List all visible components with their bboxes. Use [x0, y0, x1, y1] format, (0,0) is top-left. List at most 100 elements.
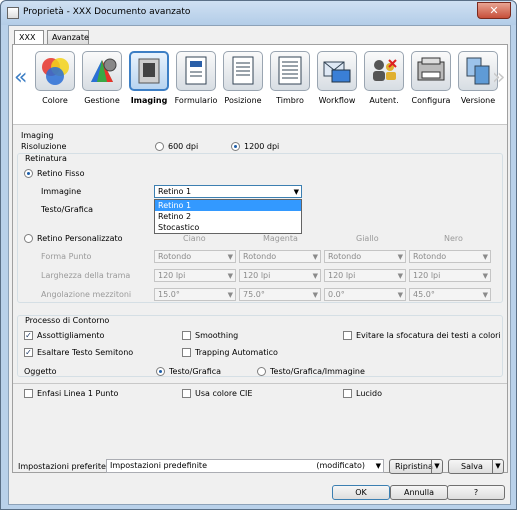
tool-posizione[interactable]: Posizione: [221, 51, 265, 125]
select-value: Rotondo: [413, 252, 447, 261]
configure-icon: [411, 51, 451, 91]
thinning-label: Assottigliamento: [37, 331, 105, 340]
chevron-down-icon: ▼: [227, 272, 233, 280]
modified-indicator: (modificato): [316, 461, 365, 470]
client-area: XXX Avanzate « Colore Gestione Imaging F…: [8, 25, 511, 505]
chevron-down-icon: ▼: [375, 462, 381, 470]
tab-avanzate[interactable]: Avanzate: [47, 30, 89, 44]
custom-screen-label: Retino Personalizzato: [37, 234, 123, 243]
tool-gestione[interactable]: Gestione: [80, 51, 124, 125]
dot-shape-black-select[interactable]: Rotondo ▼: [409, 250, 491, 263]
contour-section-title: Processo di Contorno: [25, 316, 110, 325]
chevron-down-icon: ▼: [482, 291, 488, 299]
select-value: 0.0°: [328, 290, 345, 299]
chevron-down-icon: ▼: [227, 253, 233, 261]
immagine-label: Immagine: [41, 187, 82, 196]
dot-shape-label: Forma Punto: [41, 252, 92, 261]
save-label: Salva: [461, 462, 483, 471]
chevron-down-icon: ▼: [227, 291, 233, 299]
avoid-blur-checkbox[interactable]: [343, 331, 352, 340]
smoothing-label: Smoothing: [195, 331, 239, 340]
close-button[interactable]: ✕: [477, 2, 511, 19]
halftone-angle-cyan-select[interactable]: 15.0° ▼: [154, 288, 236, 301]
tool-imaging[interactable]: Imaging: [127, 51, 171, 125]
tool-autent[interactable]: Autent.: [362, 51, 406, 125]
screen-ruling-label: Larghezza della trama: [41, 271, 131, 280]
authentication-icon: [364, 51, 404, 91]
chevron-down-icon[interactable]: ▼: [431, 460, 442, 473]
dropdown-option-stocastico[interactable]: Stocastico: [155, 222, 301, 233]
title-bar[interactable]: Proprietà - XXX Documento avanzato ✕: [1, 1, 516, 25]
dot-shape-magenta-select[interactable]: Rotondo ▼: [239, 250, 321, 263]
object-text-graphics-radio[interactable]: [156, 367, 165, 376]
halftone-angle-black-select[interactable]: 45.0° ▼: [409, 288, 491, 301]
dot-shape-cyan-select[interactable]: Rotondo ▼: [154, 250, 236, 263]
screen-ruling-cyan-select[interactable]: 120 lpi ▼: [154, 269, 236, 282]
tool-formulario[interactable]: Formulario: [174, 51, 218, 125]
select-value: 120 lpi: [158, 271, 186, 280]
object-label: Oggetto: [24, 367, 57, 376]
halftone-angle-magenta-select[interactable]: 75.0° ▼: [239, 288, 321, 301]
thinning-checkbox[interactable]: ✓: [24, 331, 33, 340]
scroll-left-icon[interactable]: «: [14, 67, 27, 89]
restore-label: Ripristina: [395, 462, 433, 471]
help-button[interactable]: ?: [447, 485, 505, 500]
resolution-600-radio[interactable]: [155, 142, 164, 151]
document-icon: [7, 7, 19, 19]
imaging-section-title: Imaging: [21, 131, 54, 140]
resolution-label: Risoluzione: [21, 142, 67, 151]
screen-ruling-black-select[interactable]: 120 lpi ▼: [409, 269, 491, 282]
retinatura-section-title: Retinatura: [25, 154, 67, 163]
emphasize-line-label: Enfasi Linea 1 Punto: [37, 389, 119, 398]
tab-xxx[interactable]: XXX: [14, 30, 44, 45]
scroll-right-icon[interactable]: »: [492, 67, 505, 89]
emphasize-halftone-checkbox[interactable]: ✓: [24, 348, 33, 357]
resolution-600-label: 600 dpi: [168, 142, 199, 151]
tool-configura[interactable]: Configura: [409, 51, 453, 125]
column-ciano: Ciano: [183, 234, 206, 243]
glossy-checkbox[interactable]: [343, 389, 352, 398]
tool-timbro[interactable]: Timbro: [268, 51, 312, 125]
color-circles-icon: [35, 51, 75, 91]
fixed-screen-radio[interactable]: [24, 169, 33, 178]
tool-colore[interactable]: Colore: [33, 51, 77, 125]
imaging-icon: [129, 51, 169, 91]
auto-trapping-checkbox[interactable]: [182, 348, 191, 357]
dropdown-option-retino-2[interactable]: Retino 2: [155, 211, 301, 222]
dot-shape-yellow-select[interactable]: Rotondo ▼: [324, 250, 406, 263]
screen-ruling-yellow-select[interactable]: 120 lpi ▼: [324, 269, 406, 282]
cie-color-checkbox[interactable]: [182, 389, 191, 398]
select-value: Rotondo: [158, 252, 192, 261]
chevron-down-icon: ▼: [397, 253, 403, 261]
restore-button[interactable]: Ripristina ▼: [389, 459, 443, 474]
select-value: Rotondo: [243, 252, 277, 261]
emphasize-line-checkbox[interactable]: [24, 389, 33, 398]
chevron-down-icon: ▼: [397, 272, 403, 280]
tool-workflow[interactable]: Workflow: [315, 51, 359, 125]
object-text-graphics-image-radio[interactable]: [257, 367, 266, 376]
preferred-settings-select[interactable]: Impostazioni predefinite (modificato) ▼: [106, 459, 384, 473]
divider: [13, 383, 507, 384]
halftone-angle-yellow-select[interactable]: 0.0° ▼: [324, 288, 406, 301]
chevron-down-icon: ▼: [312, 272, 318, 280]
immagine-select[interactable]: Retino 1 ▼: [154, 185, 302, 198]
column-magenta: Magenta: [263, 234, 298, 243]
tool-label: Versione: [460, 96, 496, 105]
screen-ruling-magenta-select[interactable]: 120 lpi ▼: [239, 269, 321, 282]
custom-screen-radio[interactable]: [24, 234, 33, 243]
ok-button[interactable]: OK: [332, 485, 390, 500]
resolution-1200-label: 1200 dpi: [244, 142, 280, 151]
smoothing-checkbox[interactable]: [182, 331, 191, 340]
save-button[interactable]: Salva ▼: [448, 459, 504, 474]
object-text-graphics-image-label: Testo/Grafica/Immagine: [270, 367, 365, 376]
resolution-1200-radio[interactable]: [231, 142, 240, 151]
cancel-button[interactable]: Annulla: [390, 485, 448, 500]
select-value: 120 lpi: [243, 271, 271, 280]
avoid-blur-label: Evitare la sfocatura dei testi a colori: [356, 331, 501, 340]
preferred-settings-label: Impostazioni preferite: [18, 462, 106, 471]
chevron-down-icon: ▼: [397, 291, 403, 299]
dropdown-option-retino-1[interactable]: Retino 1: [155, 200, 301, 211]
chevron-down-icon[interactable]: ▼: [492, 460, 503, 473]
tab-panel: « Colore Gestione Imaging Formulario Pos…: [12, 44, 508, 473]
color-management-icon: [82, 51, 122, 91]
